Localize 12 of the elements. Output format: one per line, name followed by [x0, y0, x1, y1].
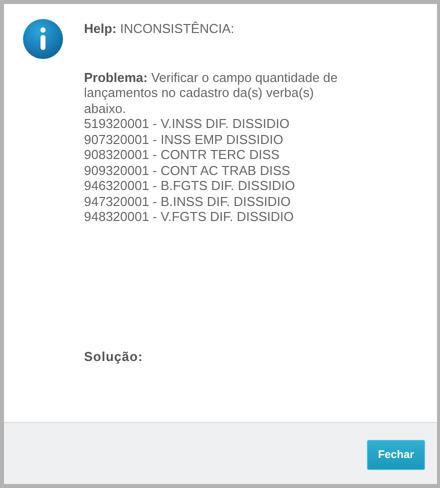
item-line: 946320001 - B.FGTS DIF. DISSIDIO: [84, 178, 296, 194]
problem-text: Problema: Verificar o campo quantidade de lançamentos no cadastro da(s) verba(s) abaixo.: [84, 70, 339, 116]
item-line: 519320001 - V.INSS DIF. DISSIDIO: [84, 116, 290, 132]
item-line: 947320001 - B.INSS DIF. DISSIDIO: [84, 194, 292, 209]
help-title: Help: INCONSISTÊNCIA:: [84, 21, 236, 36]
close-button[interactable]: Fechar: [367, 440, 425, 470]
info-icon: [22, 18, 64, 60]
item-line: 948320001 - V.FGTS DIF. DISSIDIO: [84, 209, 295, 224]
item-line: 907320001 - INSS EMP DISSIDIO: [84, 132, 284, 147]
solution-label: Solução:: [84, 348, 144, 364]
item-line: 909320001 - CONT AC TRAB DISS: [84, 162, 292, 178]
item-line: 908320001 - CONTR TERC DISS: [84, 147, 281, 162]
